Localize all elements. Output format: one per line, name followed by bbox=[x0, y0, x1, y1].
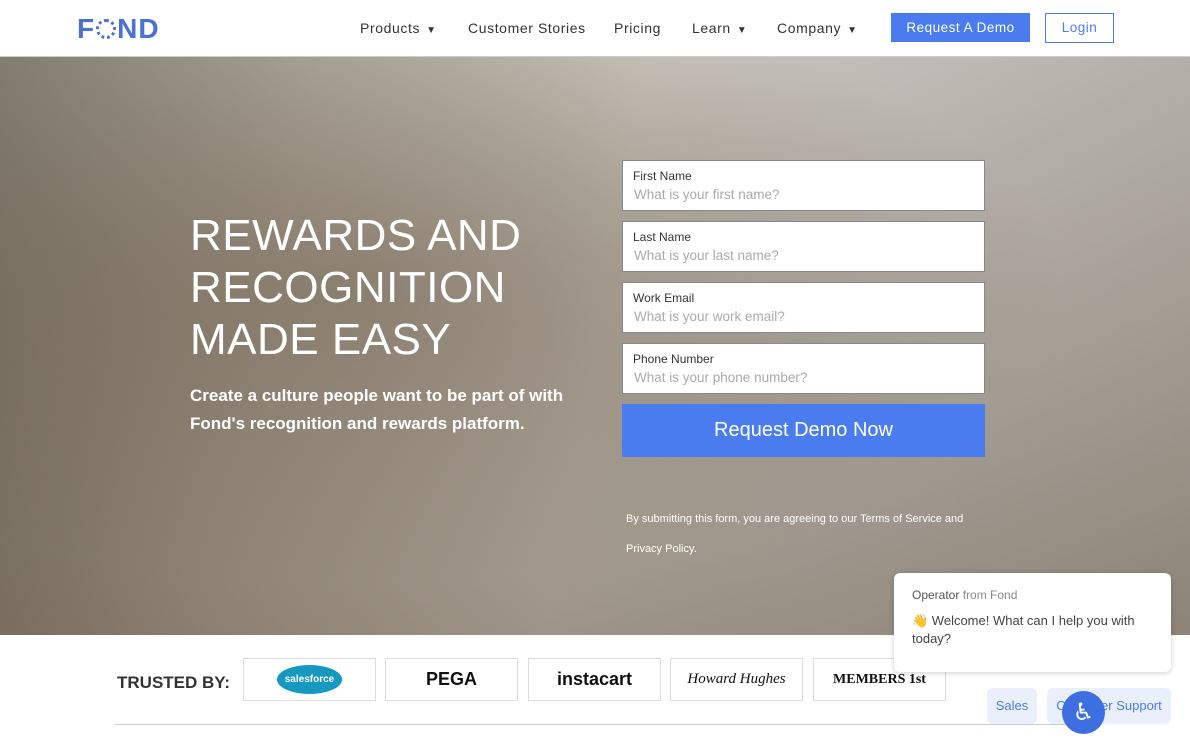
last-name-input[interactable] bbox=[634, 248, 974, 263]
salesforce-logo: salesforce bbox=[243, 658, 376, 701]
nav-label: Company bbox=[777, 20, 842, 36]
top-nav: F ND Products ▼ Customer Stories Pricing L… bbox=[0, 0, 1190, 57]
nav-pricing[interactable]: Pricing bbox=[614, 20, 661, 36]
accessibility-icon[interactable]: ♿︎ bbox=[1062, 691, 1105, 734]
hero-section bbox=[0, 57, 1190, 635]
field-label: Phone Number bbox=[633, 352, 714, 366]
instacart-logo: instacart bbox=[528, 658, 661, 701]
last-name-field[interactable]: Last Name bbox=[622, 221, 985, 272]
field-label: First Name bbox=[633, 169, 692, 183]
operator-from: from Fond bbox=[962, 588, 1018, 602]
logo-text: MEMBERS 1st bbox=[833, 671, 926, 687]
logo-text: Howard Hughes bbox=[687, 671, 786, 687]
headline-line: RECOGNITION bbox=[190, 263, 506, 312]
hero-headline: REWARDS AND RECOGNITION MADE EASY bbox=[190, 210, 521, 366]
headline-line: MADE EASY bbox=[190, 315, 452, 364]
phone-number-input[interactable] bbox=[634, 370, 974, 385]
trusted-by-label: TRUSTED BY: bbox=[117, 673, 231, 692]
headline-line: REWARDS AND bbox=[190, 211, 522, 260]
caret-down-icon: ▼ bbox=[426, 25, 437, 36]
logo-text: salesforce bbox=[276, 665, 343, 694]
logo-text: PEGA bbox=[425, 669, 477, 689]
nav-label: Learn bbox=[692, 20, 731, 36]
chat-popup[interactable]: Operator from Fond 👋 Welcome! What can I… bbox=[894, 573, 1171, 672]
work-email-field[interactable]: Work Email bbox=[622, 282, 985, 333]
pega-logo: PEGA bbox=[385, 658, 518, 701]
work-email-input[interactable] bbox=[634, 309, 974, 324]
field-label: Last Name bbox=[633, 230, 692, 244]
request-demo-now-button[interactable]: Request Demo Now bbox=[622, 404, 985, 457]
nav-learn[interactable]: Learn ▼ bbox=[692, 20, 747, 36]
first-name-field[interactable]: First Name bbox=[622, 160, 985, 211]
nav-products[interactable]: Products ▼ bbox=[360, 20, 437, 36]
howard-hughes-logo: Howard Hughes bbox=[670, 658, 803, 701]
caret-down-icon: ▼ bbox=[736, 25, 748, 36]
nav-customer-stories[interactable]: Customer Stories bbox=[468, 20, 586, 36]
nav-company[interactable]: Company ▼ bbox=[777, 20, 858, 36]
login-button[interactable]: Login bbox=[1045, 13, 1114, 43]
nav-label: Products bbox=[360, 20, 421, 36]
terms-notice: By submitting this form, you are agreein… bbox=[626, 513, 964, 555]
fond-logo[interactable]: F ND bbox=[77, 13, 160, 45]
logo-text: instacart bbox=[556, 669, 633, 689]
phone-number-field[interactable]: Phone Number bbox=[622, 343, 985, 394]
divider bbox=[115, 724, 1075, 725]
first-name-input[interactable] bbox=[634, 187, 974, 202]
chat-operator: Operator from Fond bbox=[912, 588, 1153, 602]
hero-subtitle: Create a culture people want to be part … bbox=[190, 386, 564, 433]
request-demo-button[interactable]: Request A Demo bbox=[891, 13, 1030, 42]
operator-name: Operator bbox=[912, 588, 960, 602]
hero-background-image bbox=[0, 57, 1190, 635]
field-label: Work Email bbox=[633, 291, 695, 305]
chat-sales-button[interactable]: Sales bbox=[987, 688, 1037, 724]
caret-down-icon: ▼ bbox=[847, 25, 858, 36]
chat-message: 👋 Welcome! What can I help you with toda… bbox=[912, 613, 1135, 646]
